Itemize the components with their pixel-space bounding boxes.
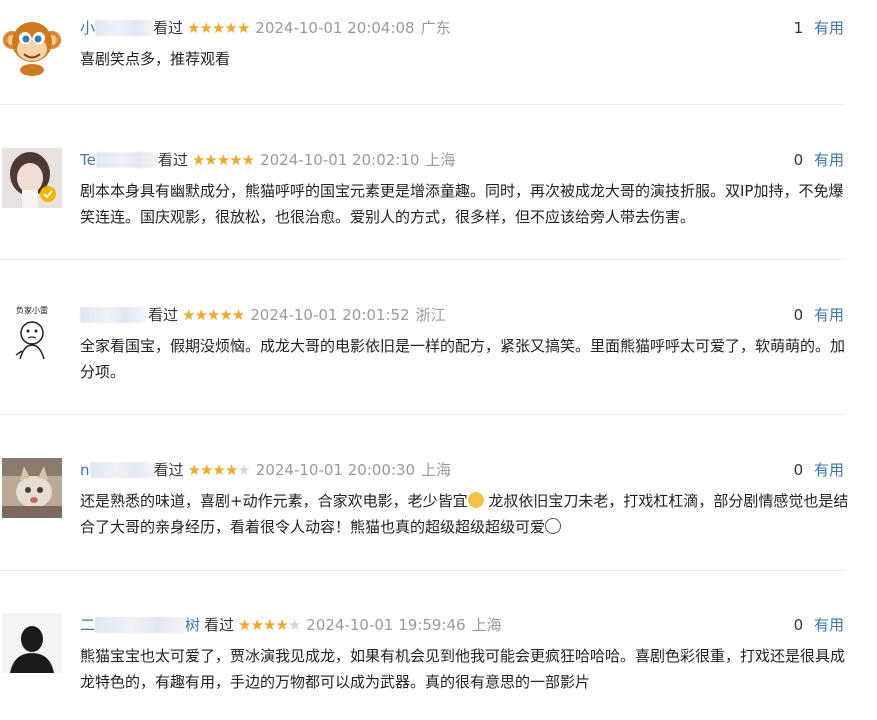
useful-button[interactable]: 有用 bbox=[814, 306, 844, 324]
review-content: 还是熟悉的味道，喜剧+动作元素，合家欢电影，老少皆宜 龙叔依旧宝刀未老，打戏杠杠… bbox=[80, 488, 850, 540]
review-time: 2024-10-01 20:00:30 bbox=[255, 461, 416, 479]
rating-stars: ★★★★★ bbox=[182, 303, 245, 327]
username-blur bbox=[89, 462, 154, 478]
useful-vote: 0 有用 bbox=[794, 303, 844, 327]
avatar[interactable] bbox=[2, 16, 62, 76]
star-icon: ★★★★★ bbox=[182, 306, 245, 324]
divider bbox=[0, 570, 845, 571]
review-time: 2024-10-01 20:04:08 bbox=[255, 19, 415, 37]
review-time: 2024-10-01 20:01:52 bbox=[250, 306, 410, 324]
useful-vote: 0 有用 bbox=[794, 148, 844, 172]
default-user-avatar-icon bbox=[2, 613, 62, 673]
rating-stars: ★★★★★ bbox=[191, 148, 255, 172]
useful-vote: 0 有用 bbox=[794, 458, 844, 482]
useful-vote: 0 有用 bbox=[794, 613, 844, 637]
review-meta: 看过 ★★★★★ 2024-10-01 20:01:52 浙江 bbox=[80, 303, 446, 327]
review-location: 上海 bbox=[471, 616, 502, 634]
username-blur bbox=[95, 617, 186, 633]
review-item: 小 看过 ★★★★★ 2024-10-01 20:04:08 广东 1 有用 喜… bbox=[0, 16, 877, 104]
review-item: Te 看过 ★★★★★ 2024-10-01 20:02:10 上海 0 有用 … bbox=[0, 148, 877, 260]
star-empty-icon: ★ bbox=[287, 616, 301, 634]
review-meta: Te 看过 ★★★★★ 2024-10-01 20:02:10 上海 bbox=[80, 148, 455, 172]
review-meta: n 看过 ★★★★★ 2024-10-01 20:00:30 上海 bbox=[80, 458, 451, 482]
useful-button[interactable]: 有用 bbox=[814, 151, 844, 169]
username-blur bbox=[95, 152, 158, 168]
star-empty-icon: ★ bbox=[237, 461, 250, 479]
smile-emoji-icon bbox=[467, 492, 484, 508]
review-content: 喜剧笑点多，推荐观看 bbox=[80, 50, 231, 68]
useful-count: 0 bbox=[793, 616, 804, 634]
meme-avatar-icon: 负家小雷 bbox=[2, 303, 62, 363]
review-meta: 小 看过 ★★★★★ 2024-10-01 20:04:08 广东 bbox=[80, 16, 451, 40]
useful-count: 0 bbox=[793, 461, 804, 479]
monkey-avatar-icon bbox=[3, 22, 61, 76]
rating-stars: ★★★★★ bbox=[238, 613, 301, 637]
review-location: 上海 bbox=[421, 461, 452, 479]
review-item: 二 树 看过 ★★★★★ 2024-10-01 19:59:46 上海 0 有用… bbox=[0, 613, 877, 720]
watched-label: 看过 bbox=[157, 151, 188, 169]
username[interactable]: n bbox=[80, 458, 90, 482]
review-item: n 看过 ★★★★★ 2024-10-01 20:00:30 上海 0 有用 还… bbox=[0, 458, 877, 570]
review-content: 熊猫宝宝也太可爱了，贾冰演我见成龙，如果有机会见到他我可能会更疯狂哈哈哈。喜剧色… bbox=[80, 647, 846, 691]
username-blur bbox=[80, 307, 146, 323]
review-location: 广东 bbox=[420, 19, 451, 37]
avatar[interactable]: 负家小雷 bbox=[2, 303, 62, 363]
username[interactable]: 小 bbox=[80, 16, 95, 40]
username[interactable]: Te bbox=[80, 148, 96, 172]
watched-label: 看过 bbox=[148, 306, 179, 324]
review-meta: 二 树 看过 ★★★★★ 2024-10-01 19:59:46 上海 bbox=[80, 613, 502, 637]
star-icon: ★★★★ bbox=[238, 616, 289, 634]
useful-count: 0 bbox=[793, 151, 804, 169]
useful-button[interactable]: 有用 bbox=[814, 616, 844, 634]
review-text-part: 还是熟悉的味道，喜剧+动作元素，合家欢电影，老少皆宜 bbox=[80, 492, 468, 510]
username-suffix[interactable]: 树 bbox=[185, 613, 200, 637]
useful-button[interactable]: 有用 bbox=[814, 461, 844, 479]
star-icon: ★★★★★ bbox=[187, 19, 250, 37]
useful-count: 1 bbox=[793, 19, 804, 37]
avatar-caption: 负家小雷 bbox=[16, 305, 48, 315]
divider bbox=[0, 414, 845, 415]
useful-button[interactable]: 有用 bbox=[814, 19, 844, 37]
star-icon: ★★★★ bbox=[187, 461, 239, 479]
divider bbox=[0, 259, 845, 260]
watched-label: 看过 bbox=[153, 19, 184, 37]
review-time: 2024-10-01 20:02:10 bbox=[260, 151, 420, 169]
avatar[interactable] bbox=[2, 613, 62, 673]
avatar[interactable] bbox=[2, 458, 62, 518]
cat-photo-icon bbox=[2, 458, 62, 518]
review-location: 上海 bbox=[425, 151, 456, 169]
review-location: 浙江 bbox=[415, 306, 446, 324]
panda-emoji-icon bbox=[545, 518, 562, 534]
star-icon: ★★★★★ bbox=[191, 151, 255, 169]
user-photo-icon bbox=[2, 148, 62, 208]
avatar[interactable] bbox=[2, 148, 62, 208]
review-item: 负家小雷 看过 ★★★★★ 2024-10-01 20:01:52 浙江 0 有… bbox=[0, 303, 877, 415]
review-content: 全家看国宝，假期没烦恼。成龙大哥的电影依旧是一样的配方，紧张又搞笑。里面熊猫呼呼… bbox=[80, 337, 846, 381]
rating-stars: ★★★★★ bbox=[187, 16, 250, 40]
review-time: 2024-10-01 19:59:46 bbox=[306, 616, 466, 634]
rating-stars: ★★★★★ bbox=[187, 458, 251, 482]
watched-label: 看过 bbox=[204, 616, 235, 634]
username-blur bbox=[95, 20, 154, 36]
divider bbox=[0, 104, 845, 105]
review-content: 剧本本身具有幽默成分，熊猫呼呼的国宝元素更是增添童趣。同时，再次被成龙大哥的演技… bbox=[80, 182, 844, 226]
useful-count: 0 bbox=[793, 306, 804, 324]
watched-label: 看过 bbox=[153, 461, 184, 479]
username[interactable]: 二 bbox=[80, 613, 95, 637]
useful-vote: 1 有用 bbox=[794, 16, 844, 40]
